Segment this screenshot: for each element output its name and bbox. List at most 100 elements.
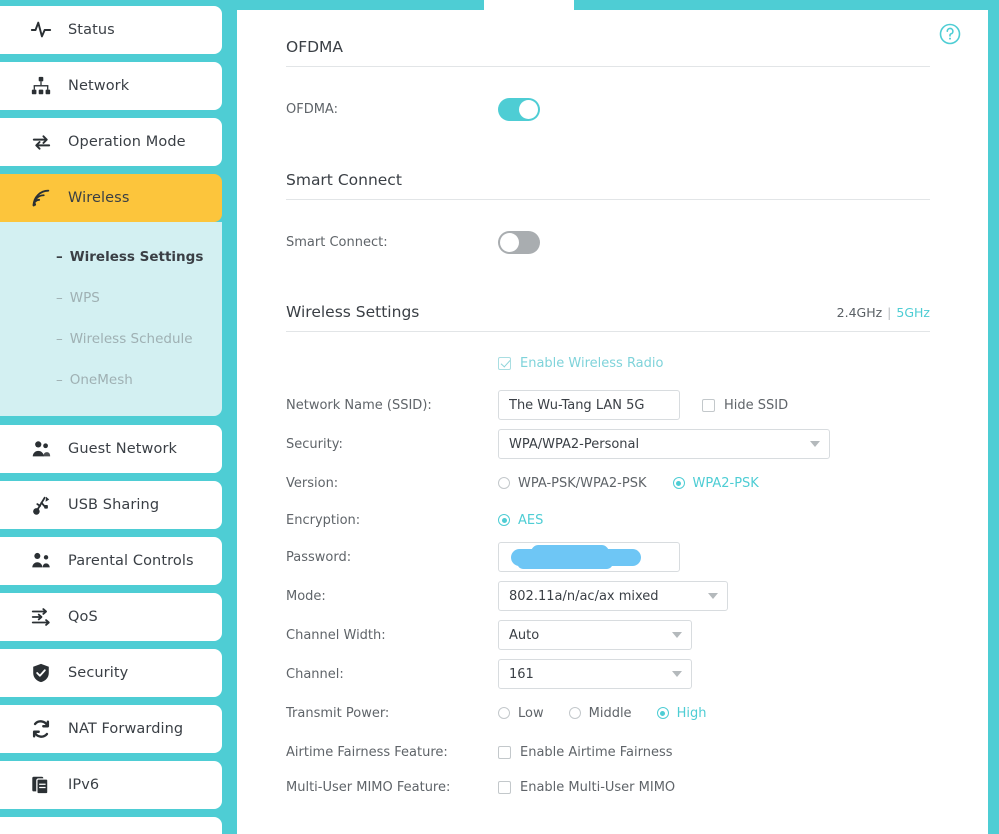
sidebar-subitem-wireless-schedule[interactable]: – Wireless Schedule [0,318,222,359]
sidebar-item-network[interactable]: Network [0,62,222,110]
radio-circle [672,477,685,489]
dash-icon: – [56,330,63,347]
channel-width-select[interactable]: Auto [498,620,692,650]
enable-wireless-radio-label: Enable Wireless Radio [520,355,664,371]
transmit-power-field: Low Middle High [498,706,728,721]
usb-icon [28,492,54,518]
band-separator: | [887,305,892,320]
channel-width-field: Auto [498,620,692,650]
airtime-fairness-checkbox[interactable]: Enable Airtime Fairness [498,745,673,760]
ofdma-row: OFDMA: [286,92,930,126]
sidebar-subitem-wps[interactable]: – WPS [0,277,222,318]
people-icon [28,436,54,462]
sidebar-item-partial[interactable] [0,817,222,834]
sidebar-item-guest-network[interactable]: Guest Network [0,425,222,473]
ofdma-label: OFDMA: [286,101,338,117]
sidebar-item-security[interactable]: Security [0,649,222,697]
sidebar-item-label: Wireless [68,190,130,206]
encryption-radio-aes[interactable]: AES [498,513,543,528]
sidebar-item-label: USB Sharing [68,497,160,513]
mumimo-label: Multi-User MIMO Feature: [286,779,451,795]
airtime-fairness-row: Airtime Fairness Feature: Enable Airtime… [286,735,930,769]
dash-icon: – [56,248,63,265]
sidebar-item-label: Security [68,665,129,681]
password-input[interactable] [498,542,680,572]
smart-connect-section-header: Smart Connect [286,171,930,200]
tab-5ghz[interactable]: 5GHz [896,305,930,320]
security-row: Security: WPA/WPA2-Personal [286,427,930,461]
mumimo-checkbox[interactable]: Enable Multi-User MIMO [498,780,675,795]
dash-icon: – [56,289,63,306]
security-select[interactable]: WPA/WPA2-Personal [498,429,830,459]
ofdma-toggle[interactable] [498,97,540,121]
mumimo-row: Multi-User MIMO Feature: Enable Multi-Us… [286,770,930,804]
radio-circle [498,514,510,526]
sidebar-item-wireless[interactable]: Wireless [0,174,222,222]
channel-row: Channel: 161 [286,657,930,691]
encryption-row: Encryption: AES [286,503,930,537]
sliders-icon [28,604,54,630]
enable-wireless-radio-checkbox[interactable]: Enable Wireless Radio [498,356,663,371]
transmit-power-row: Transmit Power: Low Middle High [286,696,930,730]
mode-field: 802.11a/n/ac/ax mixed [498,581,728,611]
channel-width-row: Channel Width: Auto [286,618,930,652]
transmit-power-radio-low[interactable]: Low [498,706,544,721]
sidebar-item-label: Status [68,22,115,38]
transmit-power-radio-high[interactable]: High [656,706,706,721]
smart-connect-toggle[interactable] [498,230,540,254]
sidebar-item-nat-forwarding[interactable]: NAT Forwarding [0,705,222,753]
top-tab-notch [484,0,574,10]
mode-row: Mode: 802.11a/n/ac/ax mixed [286,579,930,613]
sidebar-item-label: Network [68,78,130,94]
checkbox-box [498,356,511,370]
sidebar-item-operation-mode[interactable]: Operation Mode [0,118,222,166]
sidebar-subitem-label: Wireless Schedule [69,330,193,347]
version-radio-wpa-psk-wpa2-psk[interactable]: WPA-PSK/WPA2-PSK [498,476,647,491]
sidebar-item-status[interactable]: Status [0,6,222,54]
refresh-circle-icon [28,716,54,742]
sidebar-item-usb-sharing[interactable]: USB Sharing [0,481,222,529]
channel-label: Channel: [286,666,344,682]
hide-ssid-label: Hide SSID [724,397,789,413]
parent-child-icon [28,548,54,574]
pulse-icon [28,17,54,43]
right-accent-edge [988,0,999,834]
chevron-down-icon [672,671,682,677]
channel-select[interactable]: 161 [498,659,692,689]
transmit-power-radio-middle[interactable]: Middle [568,706,632,721]
version-radio-wpa2-psk[interactable]: WPA2-PSK [672,476,759,491]
wireless-submenu: – Wireless Settings – WPS – Wireless Sch… [0,222,222,416]
password-redaction-overlay [511,545,641,569]
checkbox-box [498,745,511,759]
sidebar-item-parental-controls[interactable]: Parental Controls [0,537,222,585]
airtime-fairness-label: Airtime Fairness Feature: [286,744,448,760]
radio-circle [656,707,669,719]
hide-ssid-checkbox[interactable]: Hide SSID [702,398,788,413]
sidebar-item-qos[interactable]: QoS [0,593,222,641]
toggle-knob [500,232,519,252]
security-label: Security: [286,436,343,452]
swap-arrows-icon [28,129,54,155]
wireless-settings-section-header: Wireless Settings 2.4GHz | 5GHz [286,303,930,332]
security-value: WPA/WPA2-Personal [509,436,640,452]
sidebar: Status Network Operation Mode Wireless –… [0,0,237,834]
shield-check-icon [28,660,54,686]
ssid-input[interactable] [498,390,680,420]
wireless-settings-title: Wireless Settings [286,303,420,321]
wifi-signal-icon [28,185,54,211]
transmit-power-option-label: Low [518,705,544,721]
ofdma-section-header: OFDMA [286,38,930,67]
sidebar-subitem-wireless-settings[interactable]: – Wireless Settings [0,236,222,277]
sidebar-item-label: NAT Forwarding [68,721,184,737]
version-field: WPA-PSK/WPA2-PSK WPA2-PSK [498,476,781,491]
sidebar-subitem-onemesh[interactable]: – OneMesh [0,359,222,400]
checkbox-box [498,780,511,794]
security-field: WPA/WPA2-Personal [498,429,830,459]
mode-select[interactable]: 802.11a/n/ac/ax mixed [498,581,728,611]
sidebar-item-label: QoS [68,609,98,625]
ofdma-field [498,97,540,121]
sidebar-item-ipv6[interactable]: IPv6 [0,761,222,809]
band-tabs: 2.4GHz | 5GHz [837,305,930,320]
tab-2.4ghz[interactable]: 2.4GHz [837,305,883,320]
radio-circle [498,477,510,489]
